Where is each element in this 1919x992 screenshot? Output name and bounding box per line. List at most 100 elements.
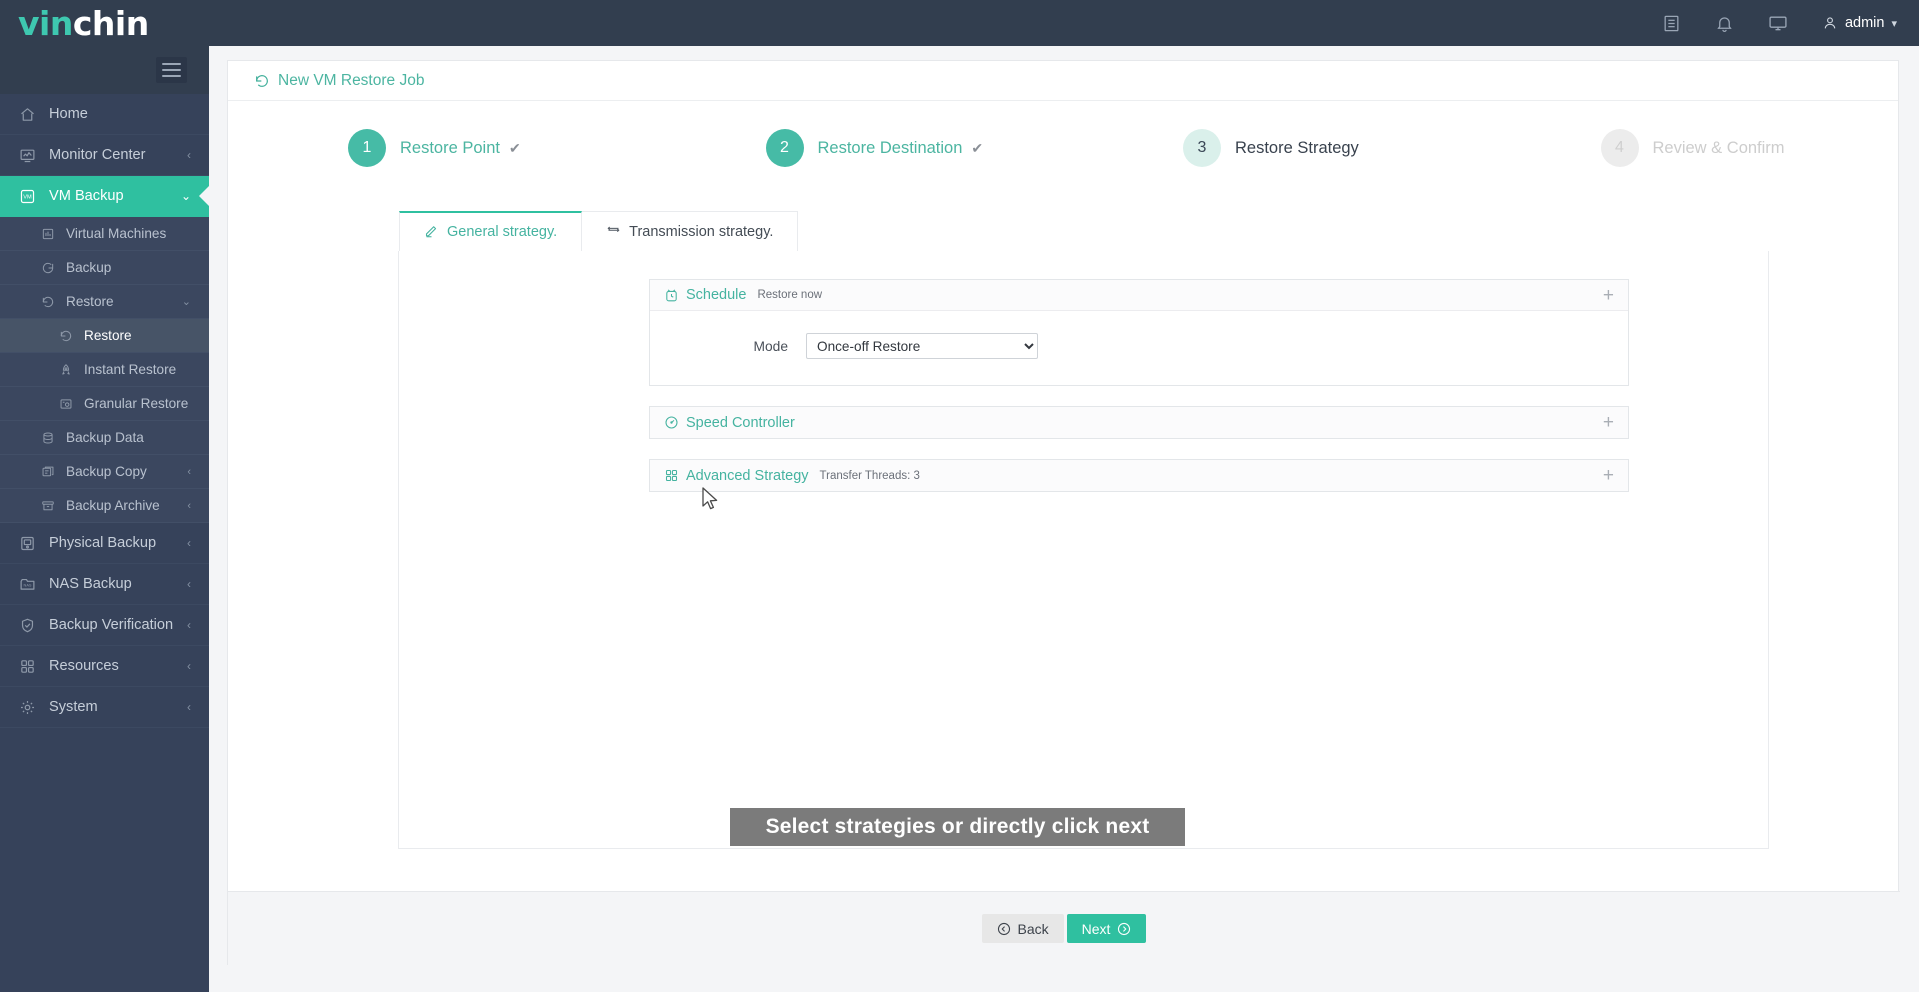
tab-label: Transmission strategy. xyxy=(629,223,774,240)
mode-select[interactable]: Once-off Restore xyxy=(806,333,1038,359)
panel-header-speed-controller[interactable]: Speed Controller + xyxy=(650,407,1628,438)
sidebar-item-backup-verification[interactable]: Backup Verification ‹ xyxy=(0,605,209,646)
document-icon[interactable] xyxy=(1662,14,1681,33)
sidebar-item-system[interactable]: System ‹ xyxy=(0,687,209,728)
panel-title: Speed Controller xyxy=(686,414,795,431)
chevron-icon: ‹ xyxy=(187,577,191,591)
shield-check-icon xyxy=(21,618,33,632)
svg-text:NAS: NAS xyxy=(23,582,31,587)
sidebar-item-label: Backup Archive xyxy=(66,498,160,513)
logo-suffix: chin xyxy=(72,3,149,43)
monitor-chart-icon xyxy=(20,149,34,162)
grid-icon xyxy=(665,469,678,482)
tab-bar: General strategy. Transmission strategy. xyxy=(399,211,1768,251)
expand-plus-icon[interactable]: + xyxy=(1603,413,1614,432)
wizard-step-1[interactable]: 1 Restore Point ✔ xyxy=(228,129,646,167)
hamburger-icon[interactable] xyxy=(156,57,187,83)
sidebar-item-home[interactable]: Home xyxy=(0,94,209,135)
hint-tooltip: Select strategies or directly click next xyxy=(730,808,1185,846)
expand-plus-icon[interactable]: + xyxy=(1603,286,1614,305)
sidebar-item-backup[interactable]: Backup xyxy=(0,251,209,285)
top-bar-actions: admin ▾ xyxy=(1662,13,1897,33)
sidebar-item-resources[interactable]: Resources ‹ xyxy=(0,646,209,687)
back-label: Back xyxy=(1017,920,1049,937)
transfer-icon xyxy=(606,222,621,241)
restore-icon xyxy=(56,329,76,343)
chevron-icon: ⌄ xyxy=(181,296,191,308)
restore-icon xyxy=(254,73,270,89)
user-menu[interactable]: admin ▾ xyxy=(1822,15,1897,31)
expand-plus-icon[interactable]: + xyxy=(1603,466,1614,485)
sidebar-item-nas-backup[interactable]: NAS NAS Backup ‹ xyxy=(0,564,209,605)
sidebar-item-backup-copy[interactable]: Backup Copy ‹ xyxy=(0,455,209,489)
sidebar-item-granular-restore[interactable]: Granular Restore xyxy=(0,387,209,421)
refresh-icon xyxy=(38,261,58,275)
back-button[interactable]: Back xyxy=(981,914,1064,943)
tab-label: General strategy. xyxy=(447,224,558,240)
sidebar-item-backup-archive[interactable]: Backup Archive ‹ xyxy=(0,489,209,523)
sidebar-item-backup-data[interactable]: Backup Data xyxy=(0,421,209,455)
server-icon xyxy=(20,536,34,550)
step-number: 3 xyxy=(1183,129,1221,167)
wizard-step-2[interactable]: 2 Restore Destination ✔ xyxy=(646,129,1064,167)
next-label: Next xyxy=(1081,920,1111,937)
copy-icon xyxy=(38,465,58,479)
copy-icon xyxy=(42,466,54,476)
sidebar-item-restore[interactable]: Restore xyxy=(0,319,209,353)
vm-icon: VM xyxy=(20,189,34,203)
panel-header-schedule[interactable]: Schedule Restore now + xyxy=(650,280,1628,311)
sidebar: Home Monitor Center ‹ VM VM Backup ⌄ Virtual M… xyxy=(0,46,209,992)
tab-general-strategy[interactable]: General strategy. xyxy=(399,211,583,251)
vm-icon: VM xyxy=(16,188,38,205)
chevron-icon: ‹ xyxy=(187,499,191,512)
transfer-icon xyxy=(607,226,620,233)
chart-icon xyxy=(38,227,58,241)
svg-text:VM: VM xyxy=(23,194,32,200)
rocket-icon xyxy=(56,363,76,377)
bell-icon[interactable] xyxy=(1715,14,1734,33)
grid-icon xyxy=(20,659,34,673)
app-logo[interactable]: vinchin xyxy=(18,7,149,40)
sidebar-item-instant-restore[interactable]: Instant Restore xyxy=(0,353,209,387)
tab-transmission-strategy[interactable]: Transmission strategy. xyxy=(582,211,799,251)
strategy-panels: Schedule Restore now + Mode Once-off Restore… xyxy=(649,279,1629,512)
sidebar-item-label: Resources xyxy=(49,658,119,674)
sidebar-item-virtual-machines[interactable]: Virtual Machines xyxy=(0,217,209,251)
panel-header-advanced-strategy[interactable]: Advanced Strategy Transfer Threads: 3 + xyxy=(650,460,1628,491)
refresh-icon xyxy=(42,262,54,273)
sidebar-item-restore[interactable]: Restore ⌄ xyxy=(0,285,209,319)
archive-icon xyxy=(42,500,54,510)
database-icon xyxy=(43,431,53,444)
arrow-left-circle-icon xyxy=(997,922,1010,935)
sidebar-item-label: NAS Backup xyxy=(49,576,132,592)
chevron-icon: ‹ xyxy=(187,700,191,714)
sidebar-item-monitor-center[interactable]: Monitor Center ‹ xyxy=(0,135,209,176)
gear-icon xyxy=(20,700,34,714)
panel-title: Advanced Strategy xyxy=(686,467,809,484)
gear-icon xyxy=(16,699,38,716)
page-title: New VM Restore Job xyxy=(278,71,425,89)
panel-speed-controller: Speed Controller + xyxy=(649,406,1629,439)
next-button[interactable]: Next xyxy=(1066,914,1147,943)
step-label: Review & Confirm xyxy=(1652,138,1785,157)
sidebar-item-label: Instant Restore xyxy=(84,362,177,377)
wizard-step-3[interactable]: 3 Restore Strategy xyxy=(1063,129,1481,167)
footer-bar: Back Next xyxy=(228,891,1900,965)
sidebar-item-vm-backup[interactable]: VM VM Backup ⌄ xyxy=(0,176,209,217)
home-icon xyxy=(16,106,38,123)
restore-icon xyxy=(38,295,58,309)
panel-body-schedule: Mode Once-off Restore xyxy=(650,311,1628,385)
sidebar-item-label: Virtual Machines xyxy=(66,226,167,241)
wizard-step-4[interactable]: 4 Review & Confirm xyxy=(1481,129,1899,167)
monitor-icon[interactable] xyxy=(1768,13,1788,33)
sidebar-item-label: Restore xyxy=(84,328,132,343)
check-icon: ✔ xyxy=(971,139,984,156)
sidebar-item-physical-backup[interactable]: Physical Backup ‹ xyxy=(0,523,209,564)
granular-icon xyxy=(60,398,72,409)
database-icon xyxy=(38,431,58,445)
user-icon xyxy=(1824,17,1836,29)
strategy-card: General strategy. Transmission strategy. … xyxy=(398,211,1769,849)
restore-icon xyxy=(60,330,72,341)
grid-icon xyxy=(664,468,679,483)
sidebar-item-label: Backup Verification xyxy=(49,617,174,633)
